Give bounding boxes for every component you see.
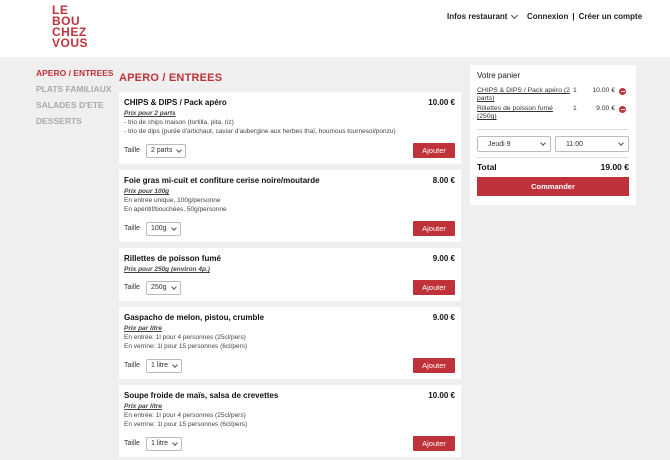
item-price-note: Prix par litre [124,325,162,332]
day-select-value: Jeudi 9 [488,140,511,148]
item-price: 8.00 € [432,176,455,185]
signup-link[interactable]: Créer un compte [579,12,643,21]
add-button[interactable]: Ajouter [413,436,455,451]
add-button[interactable]: Ajouter [413,143,455,158]
item-description-line: En entrée: 1l pour 4 personnes (25cl/per… [124,412,246,419]
sidebar-item-plats-familiaux[interactable]: PLATS FAMILIAUX [36,84,116,100]
size-select[interactable]: 1 litre [145,358,183,373]
size-select-value: 100g [150,225,167,232]
time-select[interactable]: 11:00 [555,136,629,152]
size-select[interactable]: 1 litre [145,436,183,451]
item-price-note: Prix pour 2 parts [124,110,176,117]
menu-item-list: CHIPS & DIPS / Pack apéro 10.00 € Prix p… [119,92,461,460]
size-label: Taille [124,147,140,154]
item-price-note: Prix pour 250g (environ 4p.) [124,266,210,273]
order-button[interactable]: Commander [477,177,629,196]
add-button[interactable]: Ajouter [413,280,455,295]
item-price: 9.00 € [432,254,455,263]
size-select-value: 2 parts [150,147,173,154]
item-name: Foie gras mi-cuit et confiture cerise no… [124,176,320,185]
item-price-note: Prix par litre [124,403,162,410]
sidebar-item-apero-entrees[interactable]: APERO / ENTREES [36,68,116,84]
category-sidebar: APERO / ENTREES PLATS FAMILIAUX SALADES … [36,68,116,132]
item-description-line: En apéritif/bouchées, 50g/personne [124,206,227,213]
item-description: En entrée unique, 100g/personne En apéri… [124,196,455,214]
item-description: En entrée: 1l pour 4 personnes (25cl/per… [124,411,455,429]
item-name: CHIPS & DIPS / Pack apéro [124,98,227,107]
size-select-value: 1 litre [150,362,169,369]
day-select[interactable]: Jeudi 9 [477,136,551,152]
nav-separator: | [572,12,575,21]
size-select[interactable]: 250g [145,280,181,295]
size-label: Taille [124,362,140,369]
cart-row: Rillettes de poisson fumé (250g) 1 9.00 … [477,105,629,121]
item-description: En entrée: 1l pour 4 personnes (25cl/per… [124,333,455,351]
size-select[interactable]: 100g [145,221,181,236]
cart-item-price: 10.00 € [592,87,615,94]
item-price: 10.00 € [428,391,455,400]
item-description-line: En entrée: 1l pour 4 personnes (25cl/per… [124,334,246,341]
sidebar-item-salades-ete[interactable]: SALADES D'ETE [36,100,116,116]
divider [477,157,629,158]
remove-icon[interactable] [619,106,626,113]
chevron-down-icon [176,146,183,153]
chevron-down-icon [618,140,624,146]
remove-icon[interactable] [619,88,626,95]
chevron-down-icon [170,224,177,231]
item-description-line: En verrine: 1l pour 15 personnes (6cl/pe… [124,421,248,428]
sidebar-item-desserts[interactable]: DESSERTS [36,116,116,132]
item-price: 9.00 € [432,313,455,322]
size-label: Taille [124,440,140,447]
item-description-line: En verrine: 1l pour 15 personnes (6cl/pe… [124,343,248,350]
total-label: Total [477,162,497,172]
menu-item: CHIPS & DIPS / Pack apéro 10.00 € Prix p… [119,92,461,164]
size-label: Taille [124,284,140,291]
add-button[interactable]: Ajouter [413,358,455,373]
chevron-down-icon [172,361,178,368]
logo-line: VOUS [52,36,89,50]
item-description-line: - trio de dips (purée d'artichaut, cavia… [124,128,396,135]
divider [477,129,629,130]
menu-item: Gaspacho de melon, pistou, crumble 9.00 … [119,307,461,379]
item-name: Gaspacho de melon, pistou, crumble [124,313,265,322]
chevron-down-icon [172,439,178,446]
item-price-note: Prix pour 100g [124,188,170,195]
account-nav: Connexion | Créer un compte [527,12,642,21]
cart-item-price: 9.00 € [596,105,615,112]
menu-item: Rillettes de poisson fumé 9.00 € Prix po… [119,248,461,301]
login-link[interactable]: Connexion [527,12,568,21]
section-title: APERO / ENTREES [119,72,223,84]
menu-item: Soupe froide de maïs, salsa de crevettes… [119,385,461,457]
cart-item-qty: 1 [573,87,577,94]
item-description-line: En entrée unique, 100g/personne [124,197,221,204]
size-label: Taille [124,225,140,232]
logo[interactable]: LE BOU CHEZ VOUS [52,4,96,53]
chevron-down-icon [511,11,519,19]
item-price: 10.00 € [428,98,455,107]
item-description-line: - trio de chips maison (tortilla, pita, … [124,119,234,126]
menu-item: Foie gras mi-cuit et confiture cerise no… [119,170,461,242]
header: LE BOU CHEZ VOUS Infos restaurant Connex… [0,0,670,57]
cart-panel: Votre panier CHIPS & DIPS / Pack apéro (… [470,65,636,205]
cart-row: CHIPS & DIPS / Pack apéro (2 parts) 1 10… [477,87,629,103]
cart-item-name[interactable]: CHIPS & DIPS / Pack apéro (2 parts) [477,87,573,103]
time-select-value: 11:00 [566,140,583,148]
cart-item-name[interactable]: Rillettes de poisson fumé (250g) [477,105,573,121]
total-row: Total 19.00 € [477,162,629,172]
item-name: Rillettes de poisson fumé [124,254,221,263]
cart-item-qty: 1 [573,105,577,112]
infos-restaurant-menu[interactable]: Infos restaurant [447,11,519,21]
total-value: 19.00 € [600,162,629,172]
infos-restaurant-label: Infos restaurant [447,12,508,21]
item-description: - trio de chips maison (tortilla, pita, … [124,118,455,136]
size-select[interactable]: 2 parts [145,143,187,158]
size-select-value: 1 litre [150,440,169,447]
size-select-value: 250g [150,284,167,291]
cart-title: Votre panier [477,71,521,80]
chevron-down-icon [170,283,177,290]
add-button[interactable]: Ajouter [413,221,455,236]
chevron-down-icon [540,140,546,146]
item-name: Soupe froide de maïs, salsa de crevettes [124,391,279,400]
